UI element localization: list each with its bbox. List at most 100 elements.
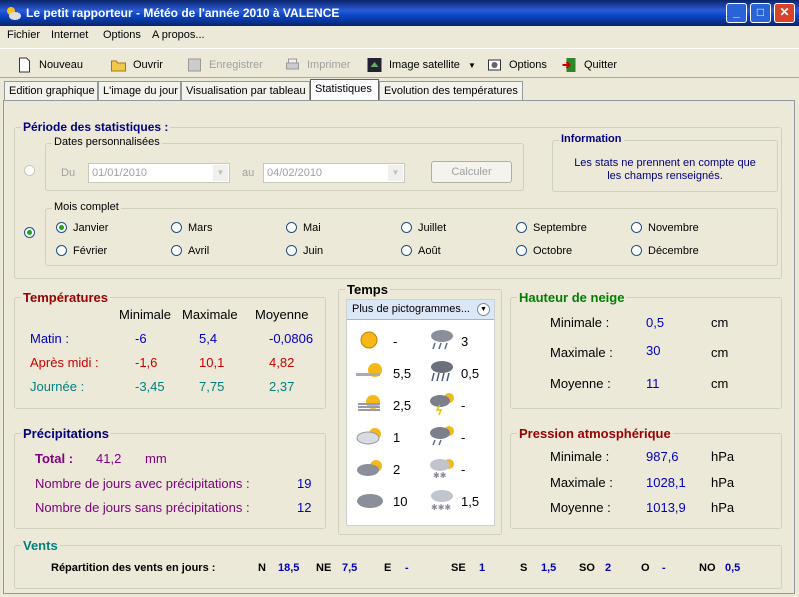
temps-right-4: - [461,430,466,445]
date-from-combo[interactable]: 01/01/2010 ▼ [88,163,230,183]
precip-days-without-label: Nombre de jours sans précipitations : [35,500,250,515]
temps-right-2: 0,5 [461,366,480,381]
menu-options[interactable]: Options [103,29,141,41]
radio-month-mai[interactable] [286,222,297,233]
open-button[interactable]: Ouvrir [110,54,163,76]
pressure-max-value: 1028,1 [646,475,686,490]
statistics-panel: Période des statistiques : Dates personn… [3,100,795,594]
month-juillet: Juillet [418,222,447,234]
printer-icon [286,58,299,70]
radio-custom-dates[interactable] [24,165,35,176]
chevron-down-icon[interactable]: ▼ [468,61,476,70]
month-mai: Mai [303,222,321,234]
snow-icon: ✱✱✱ [431,490,453,512]
cloud-sun-dark-icon [357,460,382,476]
radio-month-janvier[interactable] [56,222,67,233]
month-septembre: Septembre [533,222,587,234]
temps-right-6: 1,5 [461,494,480,509]
menu-internet[interactable]: Internet [51,29,88,41]
snow-max-unit: cm [711,345,729,360]
winds-group: Vents Répartition des vents en jours : N… [14,538,782,589]
minimize-button[interactable]: _ [726,3,747,23]
menu-apropos[interactable]: A propos... [152,29,205,41]
month-decembre: Décembre [648,245,699,257]
menu-fichier[interactable]: Fichier [7,29,40,41]
month-octobre: Octobre [533,245,573,257]
wind-val-s: 1,5 [541,562,557,574]
precip-total-value: 41,2 [96,451,122,466]
wind-dir-o: O [641,562,650,574]
radio-month-decembre[interactable] [631,245,642,256]
app-icon [7,7,21,20]
radio-month-avril[interactable] [171,245,182,256]
save-button[interactable]: Enregistrer [186,54,263,76]
new-document-icon [19,57,30,73]
information-text-2: les champs renseignés. [607,170,723,182]
snow-group: Hauteur de neige Minimale : 0,5 cm Maxim… [510,290,782,409]
winds-label: Répartition des vents en jours : [51,562,216,574]
print-button[interactable]: Imprimer [284,54,350,76]
new-label: Nouveau [39,59,84,71]
temp-header-max: Maximale [182,307,238,322]
radio-month-fevrier[interactable] [56,245,67,256]
snow-moy-value: 11 [646,376,660,391]
radio-month-mars[interactable] [171,222,182,233]
snow-min-label: Minimale : [550,315,610,330]
radio-month-juin[interactable] [286,245,297,256]
temp-header-moy: Moyenne [255,307,309,322]
tab-statistiques[interactable]: Statistiques [310,79,379,101]
temps-right-3: - [461,398,466,413]
du-label: Du [61,167,76,179]
chevron-down-icon[interactable]: ▼ [388,165,403,181]
radio-month-octobre[interactable] [516,245,527,256]
wind-val-ne: 7,5 [342,562,358,574]
tab-image-du-jour[interactable]: L'image du jour [98,81,181,100]
new-button[interactable]: Nouveau [16,54,83,76]
wind-dir-no: NO [699,562,716,574]
snow-moy-label: Moyenne : [550,376,611,391]
close-button[interactable]: ✕ [774,3,795,23]
temps-left-1: - [393,334,398,349]
save-disk-icon [188,58,201,72]
title-bar[interactable]: Le petit rapporteur - Météo de l'année 2… [0,0,799,26]
radio-full-month[interactable] [24,227,35,238]
options-icon [488,59,501,71]
winds-title: Vents [21,538,60,553]
date-to-combo[interactable]: 04/02/2010 ▼ [263,163,405,183]
precip-days-with-value: 19 [297,476,312,491]
snow-min-unit: cm [711,315,729,330]
wind-val-e: - [405,562,409,574]
custom-dates-label: Dates personnalisées [52,136,162,148]
calculate-button[interactable]: Calculer [431,161,512,183]
options-button[interactable]: Options [486,54,547,76]
radio-month-aout[interactable] [401,245,412,256]
period-title: Période des statistiques : [21,120,171,134]
radio-month-novembre[interactable] [631,222,642,233]
matin-max: 5,4 [199,331,218,346]
temps-left-3: 2,5 [393,398,412,413]
satellite-button[interactable]: Image satellite ▼ [366,54,476,76]
apres-midi-max: 10,1 [199,355,225,370]
tab-visualisation-tableau[interactable]: Visualisation par tableau [181,81,310,100]
information-text-1: Les stats ne prennent en compte que [574,157,756,169]
journee-label: Journée : [30,379,85,394]
tab-strip: Edition graphique L'image du jour Visual… [0,79,799,101]
radio-month-juillet[interactable] [401,222,412,233]
radio-month-septembre[interactable] [516,222,527,233]
quit-button[interactable]: Quitter [561,54,617,76]
pressure-min-unit: hPa [711,449,735,464]
snow-moy-unit: cm [711,376,729,391]
precipitations-group: Précipitations Total : 41,2 mm Nombre de… [14,426,326,529]
temps-group: Temps Plus de pictogrammes... ▼ - 3 5,5 … [338,282,502,535]
tab-edition-graphique[interactable]: Edition graphique [4,81,98,100]
more-pictograms-header[interactable]: Plus de pictogrammes... ▼ [347,300,494,320]
chevron-down-icon[interactable]: ▼ [213,165,228,181]
maximize-button[interactable]: □ [750,3,771,23]
month-juin: Juin [303,245,324,257]
apres-midi-moy: 4,82 [269,355,295,370]
satellite-image-icon [367,58,382,72]
chevron-down-icon[interactable]: ▼ [477,303,490,316]
precip-total-unit: mm [145,451,167,466]
snow-min-value: 0,5 [646,315,665,330]
tab-evolution-temperatures[interactable]: Evolution des températures [379,81,523,100]
